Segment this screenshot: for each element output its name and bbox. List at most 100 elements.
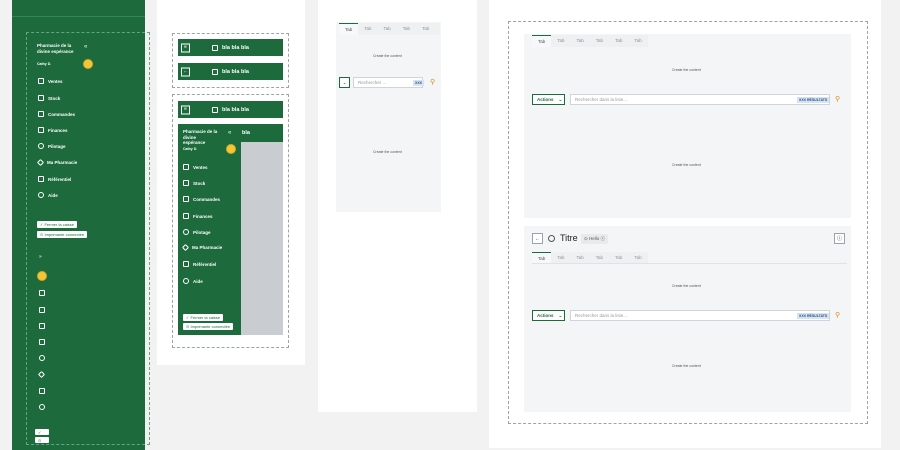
- menu-button[interactable]: ≡: [181, 43, 190, 52]
- user-name: Cathy D.: [183, 147, 198, 151]
- chevron-down-icon: ⌄: [558, 312, 563, 318]
- tab-6[interactable]: T: [435, 23, 440, 35]
- back-button[interactable]: ←: [532, 233, 543, 244]
- search-placeholder: Rechercher dans la liste...: [575, 313, 628, 318]
- cart-icon: [183, 164, 189, 170]
- printer-status-button[interactable]: ⊙ Imprimante connectée: [37, 231, 88, 238]
- avatar[interactable]: [83, 59, 93, 69]
- cart-icon[interactable]: [39, 290, 45, 296]
- sidebar-item-referentiel[interactable]: Référentiel: [38, 176, 71, 182]
- sidebar-item-ma-pharmacie[interactable]: Ma Pharmacie: [36, 158, 78, 167]
- tab-1[interactable]: Tab: [339, 23, 359, 35]
- header-bar-back: ← bla bla bla: [178, 63, 283, 80]
- cart-icon: [38, 78, 44, 84]
- tab-2[interactable]: Tab: [551, 35, 570, 47]
- sidebar-item-aide[interactable]: Aide: [183, 278, 203, 284]
- tab-4[interactable]: Tab: [590, 35, 609, 47]
- sidebar-item-stock[interactable]: Stock: [183, 180, 205, 186]
- sidebar-expanded-frame: [26, 32, 150, 445]
- help-icon[interactable]: [39, 404, 45, 410]
- close-register-mini-button[interactable]: ✓: [35, 429, 49, 435]
- search-input[interactable]: Rechercher dans la liste...: [570, 94, 830, 105]
- sidebar-item-commandes[interactable]: Commandes: [183, 196, 220, 202]
- close-register-button[interactable]: ✓ Fermer la caisse: [37, 221, 78, 228]
- sidebar-item-aide[interactable]: Aide: [38, 192, 58, 198]
- box-icon: [183, 180, 189, 186]
- sidebar-item-label: Finances: [193, 213, 213, 219]
- page-title: Titre: [560, 233, 578, 243]
- sidebar-item-label: Stock: [193, 180, 206, 186]
- orders-icon[interactable]: [39, 323, 45, 329]
- sidebar-top-divider: [12, 16, 145, 17]
- list-icon[interactable]: [39, 388, 45, 394]
- printer-status-button[interactable]: ⊙ Imprimante connectée: [183, 323, 234, 330]
- gauge-icon[interactable]: [39, 355, 45, 361]
- actions-dropdown[interactable]: Actions ⌄: [532, 310, 565, 321]
- sidebar-item-label: Finances: [48, 127, 68, 133]
- close-register-button[interactable]: ✓ Fermer la caisse: [183, 314, 224, 321]
- sidebar-item-finances[interactable]: Finances: [38, 127, 68, 133]
- collapse-icon[interactable]: «: [228, 130, 231, 136]
- sidebar-item-commandes[interactable]: Commandes: [38, 111, 75, 117]
- pharmacy-icon: [36, 158, 45, 167]
- money-icon[interactable]: [39, 339, 45, 345]
- results-badge: XXX: [413, 80, 425, 86]
- content-placeholder: Create the content: [373, 54, 402, 58]
- sidebar-item-label: Commandes: [48, 111, 76, 117]
- list-icon: [38, 176, 44, 182]
- tab-6[interactable]: Tab: [628, 35, 647, 47]
- box-icon: [212, 68, 219, 75]
- sidebar-item-stock[interactable]: Stock: [38, 95, 60, 101]
- filter-icon[interactable]: ⚲: [430, 78, 435, 86]
- printer-status-label: Imprimante connectée: [44, 232, 85, 237]
- user-name: Cathy D.: [37, 62, 52, 66]
- list-icon: [183, 261, 189, 267]
- search-placeholder: Rechercher ...: [358, 80, 387, 85]
- avatar[interactable]: [226, 144, 236, 154]
- sidebar-item-pilotage[interactable]: Pilotage: [183, 229, 211, 235]
- box-icon: [212, 106, 219, 113]
- narrow-layout-card: Tab Tab Tab Tab Tab T Create the content…: [318, 0, 477, 412]
- tab-bar-divider: [532, 263, 847, 264]
- tab-4[interactable]: Tab: [397, 23, 416, 35]
- sidebar-item-label: Référentiel: [193, 261, 217, 267]
- filter-icon[interactable]: ⚲: [835, 95, 840, 103]
- tab-5[interactable]: Tab: [416, 23, 435, 35]
- tab-3[interactable]: Tab: [378, 23, 397, 35]
- sidebar-item-pilotage[interactable]: Pilotage: [38, 143, 66, 149]
- menu-button[interactable]: ≡: [181, 105, 190, 114]
- sidebar-item-finances[interactable]: Finances: [183, 213, 213, 219]
- expand-icon[interactable]: »: [39, 254, 42, 260]
- tab-bar: Tab Tab Tab Tab Tab Tab: [532, 35, 648, 47]
- sidebar-item-ventes[interactable]: Ventes: [38, 78, 63, 84]
- tab-1[interactable]: Tab: [532, 35, 552, 47]
- tab-2[interactable]: Tab: [358, 23, 377, 35]
- info-icon[interactable]: ⓘ: [834, 233, 845, 244]
- tab-5[interactable]: Tab: [609, 35, 628, 47]
- content-area: [336, 22, 441, 212]
- close-register-label: Fermer la caisse: [190, 315, 221, 320]
- actions-toggle-button[interactable]: ⌄: [339, 77, 350, 88]
- wide-layout-card: Tab Tab Tab Tab Tab Tab Create the conte…: [489, 0, 881, 448]
- filter-icon[interactable]: ⚲: [835, 311, 840, 319]
- money-icon: [38, 127, 44, 133]
- tab-3[interactable]: Tab: [571, 35, 590, 47]
- help-icon: [183, 278, 189, 284]
- close-register-label: Fermer la caisse: [44, 222, 75, 227]
- results-badge: XXX RÉSULTATS: [797, 97, 830, 103]
- sidebar-item-ma-pharmacie[interactable]: Ma Pharmacie: [181, 243, 222, 252]
- sidebar-item-ventes[interactable]: Ventes: [183, 164, 208, 170]
- avatar-collapsed[interactable]: [37, 271, 47, 281]
- search-input[interactable]: Rechercher dans la liste...: [570, 310, 830, 321]
- actions-dropdown[interactable]: Actions ⌄: [532, 94, 565, 105]
- results-badge: XXX RÉSULTATS: [797, 313, 830, 319]
- box-icon[interactable]: [39, 307, 45, 313]
- sidebar-item-label: Ma Pharmacie: [47, 160, 78, 165]
- back-button[interactable]: ←: [181, 67, 190, 76]
- collapse-icon[interactable]: «: [84, 44, 87, 50]
- header-bar-menu: ≡ bla bla bla: [178, 39, 283, 56]
- printer-mini-button[interactable]: ⊙: [35, 437, 49, 443]
- sidebar-item-referentiel[interactable]: Référentiel: [183, 261, 216, 267]
- sidebar-item-label: Ventes: [193, 164, 208, 170]
- hello-chip[interactable]: ⊙ Hello ⓧ: [581, 234, 609, 244]
